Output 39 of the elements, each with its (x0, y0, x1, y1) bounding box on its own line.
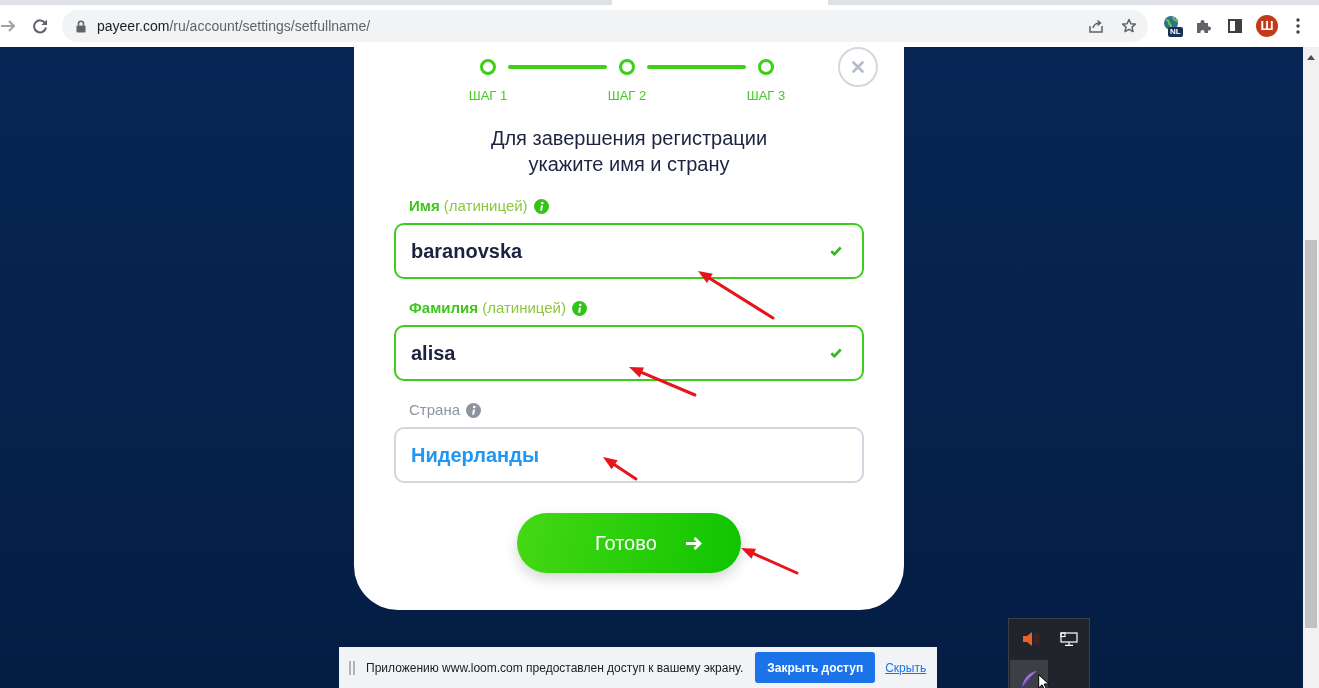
check-icon (830, 246, 842, 256)
share-icon[interactable] (1088, 18, 1104, 34)
reload-icon[interactable] (32, 18, 48, 34)
share-message: Приложению www.loom.com предоставлен доступ к вашему экрану. (366, 660, 744, 675)
arrow-right-icon (684, 535, 703, 551)
input-field[interactable]: alisa (394, 325, 864, 381)
network-icon[interactable] (1060, 632, 1078, 646)
annotation-arrow (741, 548, 799, 575)
dialog-title: Для завершения регистрации укажите имя и страну (489, 126, 769, 177)
annotation-arrow (629, 367, 697, 397)
stop-sharing-button[interactable]: Закрыть доступ (755, 652, 876, 683)
url-text[interactable]: payeer.com/ru/account/settings/setfullname/ (97, 18, 371, 34)
star-icon[interactable] (1121, 18, 1137, 34)
puzzle-icon[interactable] (1195, 18, 1211, 34)
speaker-icon[interactable] (1022, 631, 1040, 647)
extension-button[interactable]: NL (1162, 14, 1186, 38)
scrollbar-thumb[interactable] (1305, 240, 1317, 628)
step-label: ШАГ 2 (607, 88, 647, 104)
step-label: ШАГ 3 (746, 88, 786, 104)
profile-avatar[interactable]: Ш (1256, 15, 1278, 37)
scroll-up-icon[interactable] (1307, 55, 1315, 60)
lock-icon (76, 19, 86, 33)
side-panel-icon[interactable] (1228, 19, 1242, 33)
info-icon[interactable] (466, 402, 481, 418)
field-label: Фамилия (латиницей) (409, 299, 566, 317)
address-bar[interactable]: payeer.com/ru/account/settings/setfullname/ (62, 10, 1148, 42)
field-label: Имя (латиницей) (409, 197, 528, 215)
feather-icon (1020, 670, 1038, 688)
field-label: Страна (409, 401, 460, 419)
grip-icon[interactable] (349, 660, 355, 675)
annotation-arrow (603, 457, 638, 481)
step-label: ШАГ 1 (468, 88, 508, 104)
input-field[interactable]: baranovska (394, 223, 864, 279)
check-icon (830, 348, 842, 358)
tray-item[interactable] (1010, 660, 1048, 688)
mouse-pointer-icon (1038, 674, 1050, 688)
menu-icon[interactable] (1296, 18, 1300, 34)
close-icon (852, 61, 864, 73)
hide-link[interactable]: Скрыть (885, 660, 927, 675)
